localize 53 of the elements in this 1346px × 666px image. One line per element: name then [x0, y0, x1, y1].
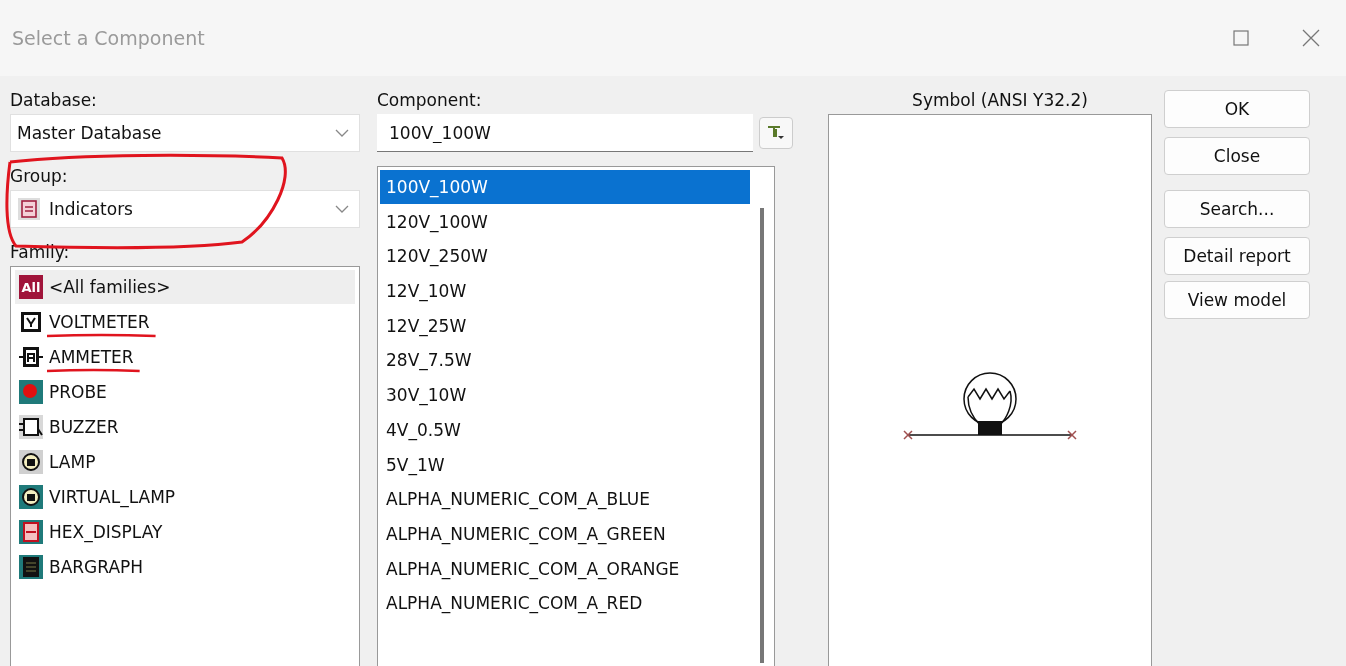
component-item[interactable]: 28V_7.5W [380, 343, 750, 378]
dialog-button[interactable]: Search... [1164, 190, 1310, 228]
meter-icon [19, 310, 43, 334]
component-item[interactable]: 100V_100W [380, 170, 750, 204]
family-item[interactable]: All <All families> [15, 270, 355, 304]
filter-icon [767, 125, 785, 141]
field-label: Family: [10, 242, 70, 262]
family-item[interactable]: HEX_DISPLAY [15, 515, 355, 549]
lamp-icon [19, 485, 43, 509]
all-families-icon: All [19, 275, 43, 299]
family-item[interactable]: PROBE [15, 375, 355, 409]
component-item[interactable]: 12V_25W [380, 308, 750, 343]
component-item[interactable]: 12V_10W [380, 274, 750, 309]
component-item[interactable]: 5V_1W [380, 447, 750, 482]
family-item[interactable]: BARGRAPH [15, 550, 355, 584]
meter-icon [19, 345, 43, 369]
component-item[interactable]: 120V_100W [380, 204, 750, 239]
dialog-button[interactable]: View model [1164, 281, 1310, 319]
window-title: Select a Component [12, 27, 206, 49]
family-item[interactable]: BUZZER [15, 410, 355, 444]
component-item[interactable]: ALPHA_NUMERIC_COM_A_GREEN [380, 516, 750, 551]
component-item[interactable]: ALPHA_NUMERIC_COM_A_RED [380, 586, 750, 621]
display-icon [19, 520, 43, 544]
buzzer-icon [19, 415, 43, 439]
family-item[interactable]: VOLTMETER [15, 305, 355, 339]
family-item[interactable]: LAMP [15, 445, 355, 479]
family-item[interactable]: AMMETER [15, 340, 355, 374]
filter-button[interactable] [759, 117, 793, 149]
chevron-icon [335, 205, 349, 213]
symbol-label: Symbol (ANSI Y32.2) [912, 90, 1088, 110]
component-item[interactable]: 120V_250W [380, 239, 750, 274]
group-dropdown[interactable]: Indicators [10, 190, 360, 228]
component-item[interactable]: ALPHA_NUMERIC_COM_A_BLUE [380, 482, 750, 517]
dialog-button[interactable]: Close [1164, 137, 1310, 175]
component-field[interactable]: 100V_100W [377, 114, 753, 152]
indicator-icon [17, 197, 41, 221]
dialog-button[interactable]: Detail report [1164, 237, 1310, 275]
component-item[interactable]: ALPHA_NUMERIC_COM_A_ORANGE [380, 551, 750, 586]
field-label: Database: [10, 90, 97, 110]
family-item[interactable]: VIRTUAL_LAMP [15, 480, 355, 514]
close-icon [1302, 29, 1320, 47]
chevron-icon [335, 129, 349, 137]
component-item[interactable]: 30V_10W [380, 378, 750, 413]
component-item[interactable]: 4V_0.5W [380, 412, 750, 447]
field-label: Component: [377, 90, 482, 110]
bargraph-icon [19, 555, 43, 579]
maximize-icon [1233, 30, 1249, 46]
lamp-icon [19, 450, 43, 474]
scrollbar-thumb[interactable] [760, 208, 764, 663]
probe-icon [19, 380, 43, 404]
database-dropdown[interactable]: Master Database [10, 114, 360, 152]
field-label: Group: [10, 166, 68, 186]
dialog-button[interactable]: OK [1164, 90, 1310, 128]
